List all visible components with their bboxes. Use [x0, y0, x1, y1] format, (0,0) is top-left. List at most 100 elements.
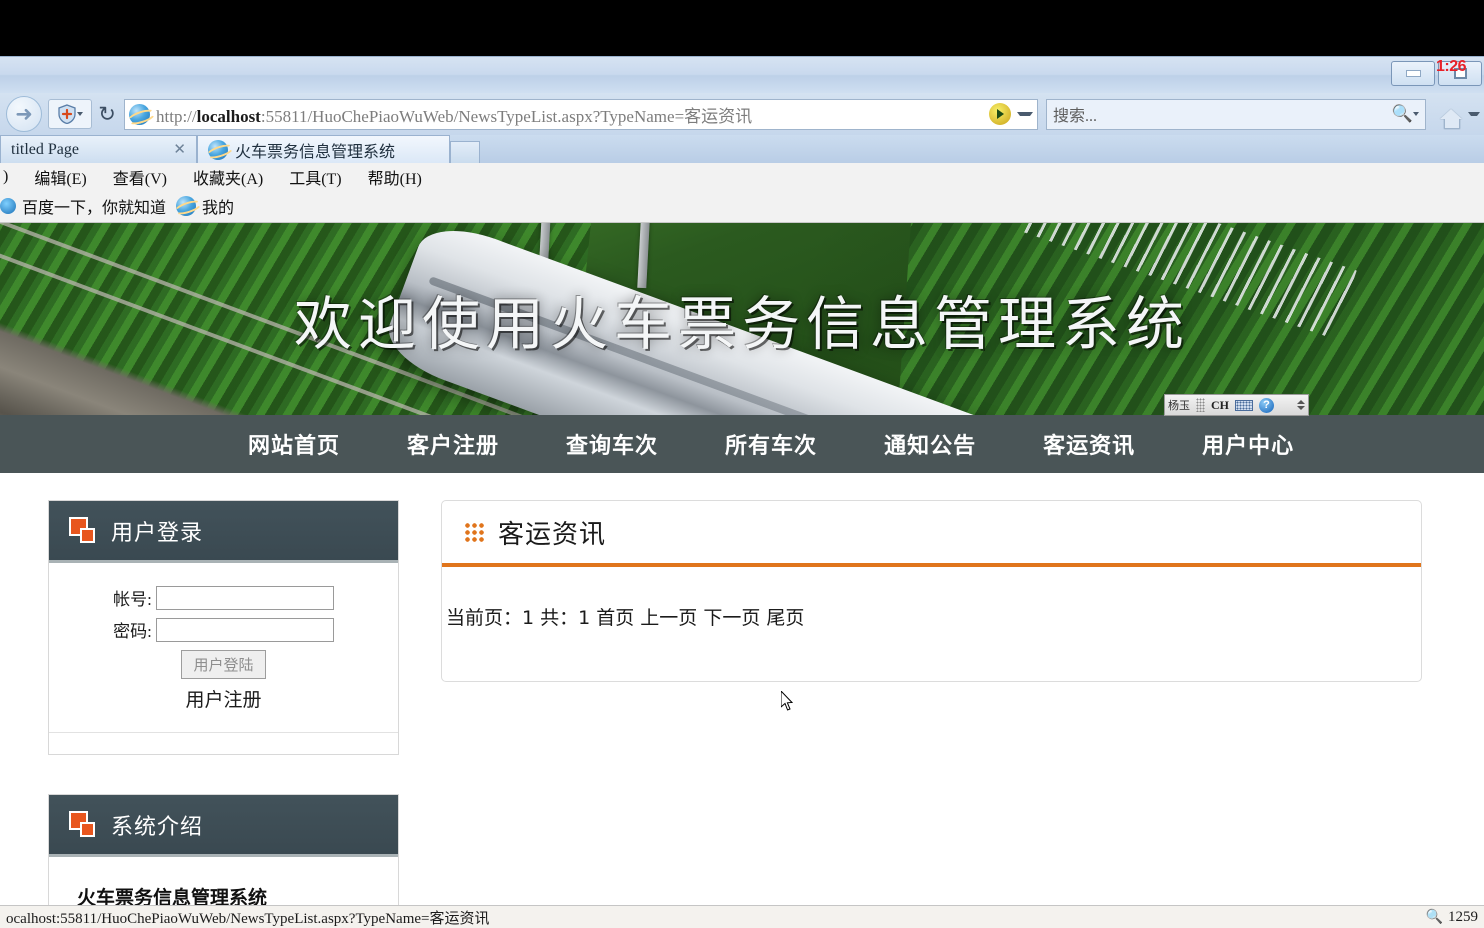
menu-item-tools[interactable]: 工具(T): [286, 163, 344, 191]
menu-item-view[interactable]: 查看(V): [110, 163, 170, 191]
page-viewport: 欢迎使用火车票务信息管理系统 杨玉 CH ? 网站首页 客户注册 查询车次 所有…: [0, 223, 1484, 905]
security-shield-button[interactable]: [48, 99, 92, 129]
nav-item-home[interactable]: 网站首页: [248, 428, 340, 460]
refresh-icon[interactable]: ↻: [92, 99, 122, 129]
ime-language-bar[interactable]: 杨玉 CH ?: [1164, 394, 1309, 416]
nav-item-user-center[interactable]: 用户中心: [1202, 428, 1294, 460]
squares-icon: [69, 516, 97, 545]
nav-item-query-train[interactable]: 查询车次: [566, 428, 658, 460]
login-panel-footer: [49, 732, 398, 754]
login-button-row: 用户登陆: [49, 650, 398, 679]
menu-item-edit[interactable]: 编辑(E): [31, 163, 89, 191]
search-box[interactable]: 搜索... 🔍: [1046, 98, 1426, 130]
nav-item-announcements[interactable]: 通知公告: [884, 428, 976, 460]
squares-icon: [69, 810, 97, 839]
zoom-icon: 🔍: [1425, 909, 1443, 925]
tab-label: 火车票务信息管理系统: [235, 143, 396, 161]
zoom-control[interactable]: 🔍 1259: [1426, 909, 1478, 926]
login-panel-body: 帐号: 密码: 用户登陆 用户注册: [49, 563, 398, 732]
login-panel-header: 用户登录: [49, 501, 398, 563]
register-row: 用户注册: [49, 685, 398, 712]
ie-logo-icon: [129, 103, 150, 125]
tab-bar: titled Page ✕ 火车票务信息管理系统: [0, 135, 1484, 163]
keyboard-icon[interactable]: [1235, 399, 1253, 411]
ime-user-label: 杨玉: [1168, 399, 1190, 412]
grid-dots-icon: [464, 522, 484, 542]
favorites-bar: 百度一下，你就知道 我的: [0, 190, 1484, 223]
password-label: 密码:: [113, 622, 152, 641]
mouse-cursor: [781, 691, 794, 711]
drag-handle-icon[interactable]: [1196, 398, 1205, 412]
close-icon[interactable]: ✕: [173, 140, 186, 159]
nav-item-all-trains[interactable]: 所有车次: [725, 428, 817, 460]
tab-train-ticket-system[interactable]: 火车票务信息管理系统: [197, 135, 450, 163]
menu-item-help[interactable]: 帮助(H): [365, 163, 425, 191]
favorite-label: 我的: [202, 200, 235, 217]
address-bar[interactable]: http://localhost:55811/HuoChePiaoWuWeb/N…: [124, 98, 1038, 130]
banner-title: 欢迎使用火车票务信息管理系统: [293, 290, 1190, 358]
ime-language-label[interactable]: CH: [1211, 398, 1229, 413]
pagination-text: 当前页：1 共：1 首页 上一页 下一页 尾页: [446, 607, 805, 629]
login-panel-title: 用户登录: [111, 520, 204, 546]
browser-toolbar: ➜ ↻ http://localhost:55811/HuoChePiaoWuW…: [0, 93, 1484, 135]
home-icon: [1440, 109, 1462, 129]
news-panel-title: 客运资讯: [498, 519, 607, 550]
nav-item-passenger-news[interactable]: 客运资讯: [1043, 428, 1135, 460]
favorite-baidu[interactable]: 百度一下，你就知道: [0, 194, 166, 218]
ie-logo-icon: [176, 196, 197, 216]
address-bar-url: http://localhost:55811/HuoChePiaoWuWeb/N…: [156, 106, 753, 126]
menu-item-file[interactable]: ): [0, 166, 11, 188]
intro-panel-body: 火车票务信息管理系统: [49, 857, 398, 905]
help-icon[interactable]: ?: [1259, 397, 1274, 413]
shield-icon: [57, 104, 76, 124]
favorite-label: 百度一下，你就知道: [22, 200, 167, 217]
password-row: 密码:: [49, 617, 398, 642]
login-panel: 用户登录 帐号: 密码: 用户登陆 用户注册: [48, 500, 399, 755]
window-titlebar: [0, 56, 1484, 93]
intro-panel-title: 系统介绍: [111, 814, 204, 840]
status-bar: ocalhost:55811/HuoChePiaoWuWeb/NewsTypeL…: [0, 905, 1484, 928]
intro-panel: 系统介绍 火车票务信息管理系统: [48, 794, 399, 905]
search-input[interactable]: 搜索...: [1053, 102, 1392, 126]
browser-window: 1:26 ➜ ↻ http://localhost:55811/HuoChePi…: [0, 0, 1484, 928]
search-icon[interactable]: 🔍: [1392, 104, 1413, 124]
site-banner: 欢迎使用火车票务信息管理系统: [0, 223, 1484, 415]
forward-arrow-icon[interactable]: ➜: [6, 96, 42, 132]
menu-item-favorites[interactable]: 收藏夹(A): [190, 163, 266, 191]
chevron-down-icon[interactable]: [76, 112, 83, 116]
search-dropdown-icon[interactable]: [1413, 112, 1419, 116]
login-submit-button[interactable]: 用户登陆: [181, 650, 266, 679]
baidu-icon: [0, 198, 16, 214]
ie-logo-icon: [208, 139, 228, 160]
zoom-level: 1259: [1448, 908, 1478, 925]
minimize-button[interactable]: [1391, 61, 1435, 86]
clock-overlay: 1:26: [1435, 58, 1467, 75]
page-content: 用户登录 帐号: 密码: 用户登陆 用户注册 系统介绍 火车票务信息管理系统 客…: [0, 473, 1484, 905]
main-column: 客运资讯 当前页：1 共：1 首页 上一页 下一页 尾页: [441, 500, 1484, 905]
toolbar-overflow-icon[interactable]: [1468, 112, 1480, 116]
tab-untitled-page[interactable]: titled Page ✕: [0, 135, 197, 163]
news-panel: 客运资讯 当前页：1 共：1 首页 上一页 下一页 尾页: [441, 500, 1422, 682]
account-row: 帐号:: [49, 585, 398, 610]
ime-expand-icon[interactable]: [1297, 400, 1305, 410]
window-top-bezel: [0, 0, 1484, 56]
tab-label: titled Page: [11, 140, 79, 158]
sidebar: 用户登录 帐号: 密码: 用户登陆 用户注册 系统介绍 火车票务信息管理系统: [48, 500, 399, 905]
new-tab-button[interactable]: [450, 141, 480, 163]
status-link-url: ocalhost:55811/HuoChePiaoWuWeb/NewsTypeL…: [6, 910, 490, 927]
intro-heading: 火车票务信息管理系统: [77, 887, 268, 905]
register-link[interactable]: 用户注册: [185, 685, 261, 712]
news-panel-header: 客运资讯: [442, 501, 1421, 567]
pagination[interactable]: 当前页：1 共：1 首页 上一页 下一页 尾页: [442, 567, 1421, 630]
account-input[interactable]: [155, 585, 334, 610]
go-button[interactable]: [989, 103, 1011, 125]
password-input[interactable]: [155, 617, 334, 642]
favorite-mine[interactable]: 我的: [176, 194, 234, 218]
menu-bar: ) 编辑(E) 查看(V) 收藏夹(A) 工具(T) 帮助(H): [0, 163, 1484, 190]
address-dropdown-icon[interactable]: [1017, 112, 1033, 116]
nav-item-register[interactable]: 客户注册: [407, 428, 499, 460]
home-button[interactable]: [1434, 97, 1468, 131]
intro-panel-header: 系统介绍: [49, 795, 398, 857]
site-navigation: 网站首页 客户注册 查询车次 所有车次 通知公告 客运资讯 用户中心: [0, 415, 1484, 473]
account-label: 帐号:: [113, 590, 152, 609]
